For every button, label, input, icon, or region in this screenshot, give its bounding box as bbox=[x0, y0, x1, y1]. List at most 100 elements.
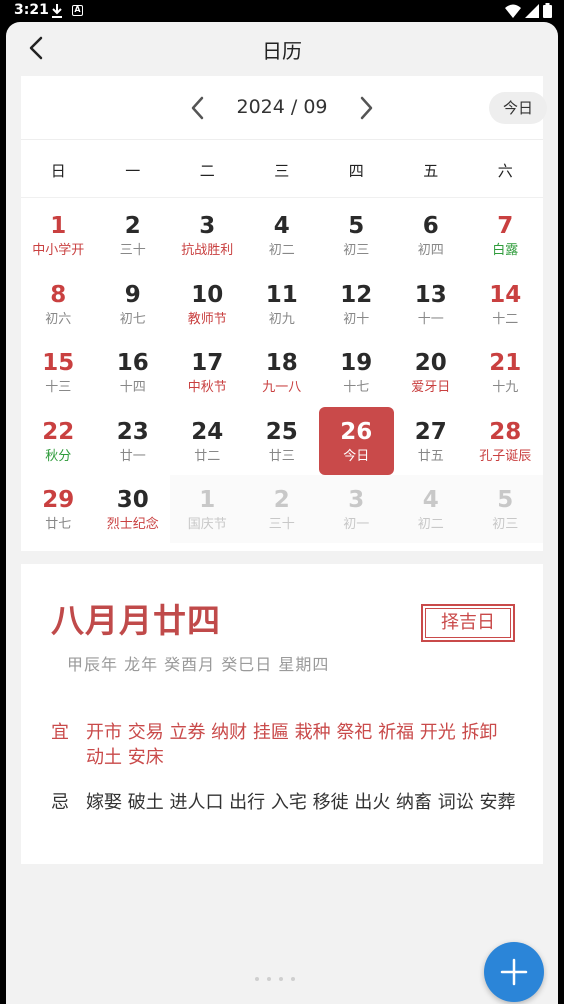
day-lunar-label: 初七 bbox=[119, 311, 146, 327]
day-lunar-label: 十三 bbox=[45, 380, 72, 395]
day-cell[interactable]: 10 教师节 bbox=[170, 270, 245, 338]
calendar-card: 2024 / 09 今日 日 一 二 三 四 五 六 1 中小学开 2 三十 3 抗战胜利… bbox=[21, 76, 547, 551]
day-cell[interactable]: 3 抗战胜利 bbox=[170, 201, 245, 269]
day-number: 29 bbox=[42, 487, 75, 513]
day-cell[interactable]: 27 廿五 bbox=[394, 407, 469, 475]
day-cell[interactable]: 18 九一八 bbox=[245, 338, 320, 406]
day-number: 27 bbox=[414, 418, 447, 445]
day-cell[interactable]: 12 初十 bbox=[319, 270, 394, 338]
day-lunar-label: 三十 bbox=[119, 243, 146, 258]
day-cell[interactable]: 1 中小学开 bbox=[21, 201, 96, 269]
page-dot bbox=[291, 977, 295, 981]
day-lunar-label: 十一 bbox=[417, 311, 444, 327]
zeji-label: 择吉日 bbox=[425, 608, 511, 638]
day-lunar-label: 初六 bbox=[45, 311, 72, 327]
day-number: 23 bbox=[116, 418, 149, 445]
month-label: 2024 / 09 bbox=[236, 96, 328, 118]
day-lunar-label: 教师节 bbox=[187, 311, 227, 327]
day-cell[interactable]: 16 十四 bbox=[96, 338, 171, 406]
day-lunar-label: 十四 bbox=[119, 380, 146, 395]
page-dot bbox=[279, 977, 283, 981]
day-cell[interactable]: 23 廿一 bbox=[96, 407, 171, 475]
app-bar: 日历 bbox=[6, 22, 558, 74]
day-lunar-label: 爱牙日 bbox=[411, 380, 451, 395]
day-lunar-label: 初二 bbox=[268, 243, 295, 258]
day-lunar-label: 孔子诞辰 bbox=[479, 448, 532, 464]
day-lunar-label: 三十 bbox=[268, 517, 295, 532]
day-number: 21 bbox=[489, 350, 522, 376]
yi-label: 宜 bbox=[51, 722, 69, 743]
day-cell[interactable]: 2 三十 bbox=[96, 201, 171, 269]
battery-icon bbox=[543, 3, 552, 22]
day-cell[interactable]: 6 初四 bbox=[394, 201, 469, 269]
weekday-wed: 三 bbox=[274, 162, 290, 180]
day-number: 9 bbox=[124, 281, 141, 308]
day-lunar-label: 白露 bbox=[492, 243, 519, 258]
day-lunar-label: 初三 bbox=[343, 243, 370, 258]
weekday-thu: 四 bbox=[348, 162, 364, 180]
wifi-icon bbox=[505, 3, 521, 22]
day-number: 25 bbox=[265, 418, 298, 445]
day-lunar-label: 中秋节 bbox=[187, 380, 227, 395]
day-lunar-label: 十二 bbox=[492, 311, 519, 327]
day-cell[interactable]: 9 初七 bbox=[96, 270, 171, 338]
day-cell[interactable]: 2 三十 bbox=[244, 475, 319, 543]
ji-label: 忌 bbox=[51, 792, 69, 813]
day-lunar-label: 抗战胜利 bbox=[181, 243, 234, 258]
day-cell[interactable]: 20 爱牙日 bbox=[394, 338, 469, 406]
day-cell[interactable]: 3 初一 bbox=[319, 475, 394, 543]
day-number: 1 bbox=[50, 213, 67, 239]
day-lunar-label: 廿五 bbox=[417, 448, 444, 464]
day-number: 12 bbox=[340, 281, 373, 308]
day-cell[interactable]: 1 国庆节 bbox=[170, 475, 245, 543]
add-event-button[interactable] bbox=[484, 942, 544, 1002]
day-cell[interactable]: 5 初三 bbox=[319, 201, 394, 269]
day-lunar-label: 初九 bbox=[268, 311, 295, 327]
chevron-left-icon[interactable] bbox=[186, 94, 210, 122]
day-cell[interactable]: 25 廿三 bbox=[245, 407, 320, 475]
day-cell[interactable]: 26 今日 bbox=[319, 406, 394, 475]
day-lunar-label: 廿三 bbox=[268, 448, 295, 464]
day-cell[interactable]: 19 十七 bbox=[319, 338, 394, 406]
weekday-mon: 一 bbox=[125, 162, 141, 180]
day-cell[interactable]: 5 初三 bbox=[468, 475, 543, 543]
weekday-tue: 二 bbox=[199, 162, 215, 180]
weekday-header: 日 一 二 三 四 五 六 bbox=[21, 140, 543, 198]
download-icon bbox=[50, 3, 64, 23]
chevron-right-icon[interactable] bbox=[354, 94, 378, 122]
day-number: 2 bbox=[124, 213, 141, 239]
day-number: 8 bbox=[50, 281, 67, 308]
today-button[interactable]: 今日 bbox=[489, 92, 547, 124]
day-cell[interactable]: 17 中秋节 bbox=[170, 338, 245, 406]
day-cell[interactable]: 21 十九 bbox=[468, 338, 543, 406]
zeji-button[interactable]: 择吉日 bbox=[421, 604, 515, 642]
day-number: 4 bbox=[422, 487, 439, 513]
ji-items: 嫁娶 破土 进人口 出行 入宅 移徙 出火 纳畜 词讼 安葬 bbox=[86, 792, 516, 813]
day-cell[interactable]: 14 十二 bbox=[468, 270, 543, 338]
status-time: 3:21 bbox=[14, 2, 49, 18]
day-cell[interactable]: 30 烈士纪念 bbox=[96, 475, 171, 543]
page-title: 日历 bbox=[262, 39, 302, 63]
day-lunar-label: 初三 bbox=[492, 517, 519, 532]
day-cell[interactable]: 8 初六 bbox=[21, 270, 96, 338]
day-number: 11 bbox=[265, 281, 298, 308]
day-cell[interactable]: 4 初二 bbox=[393, 475, 468, 543]
day-cell[interactable]: 22 秋分 bbox=[21, 407, 96, 475]
day-cell[interactable]: 7 白露 bbox=[468, 201, 543, 269]
ji-row: 忌 嫁娶 破土 进人口 出行 入宅 移徙 出火 纳畜 词讼 安葬 bbox=[51, 790, 521, 815]
day-cell[interactable]: 4 初二 bbox=[245, 201, 320, 269]
day-cell[interactable]: 29 廿七 bbox=[21, 475, 96, 543]
day-number: 2 bbox=[273, 487, 290, 513]
day-lunar-label: 初一 bbox=[343, 517, 370, 532]
day-cell[interactable]: 15 十三 bbox=[21, 338, 96, 406]
app-a-icon: A bbox=[72, 5, 83, 16]
day-cell[interactable]: 13 十一 bbox=[394, 270, 469, 338]
day-lunar-label: 初二 bbox=[417, 517, 444, 532]
day-number: 15 bbox=[42, 350, 75, 376]
day-number: 17 bbox=[191, 350, 224, 376]
day-cell[interactable]: 11 初九 bbox=[245, 270, 320, 338]
day-cell[interactable]: 24 廿二 bbox=[170, 407, 245, 475]
day-number: 28 bbox=[489, 418, 522, 445]
lunar-date: 八月月廿四 bbox=[51, 601, 221, 640]
day-cell[interactable]: 28 孔子诞辰 bbox=[468, 407, 543, 475]
